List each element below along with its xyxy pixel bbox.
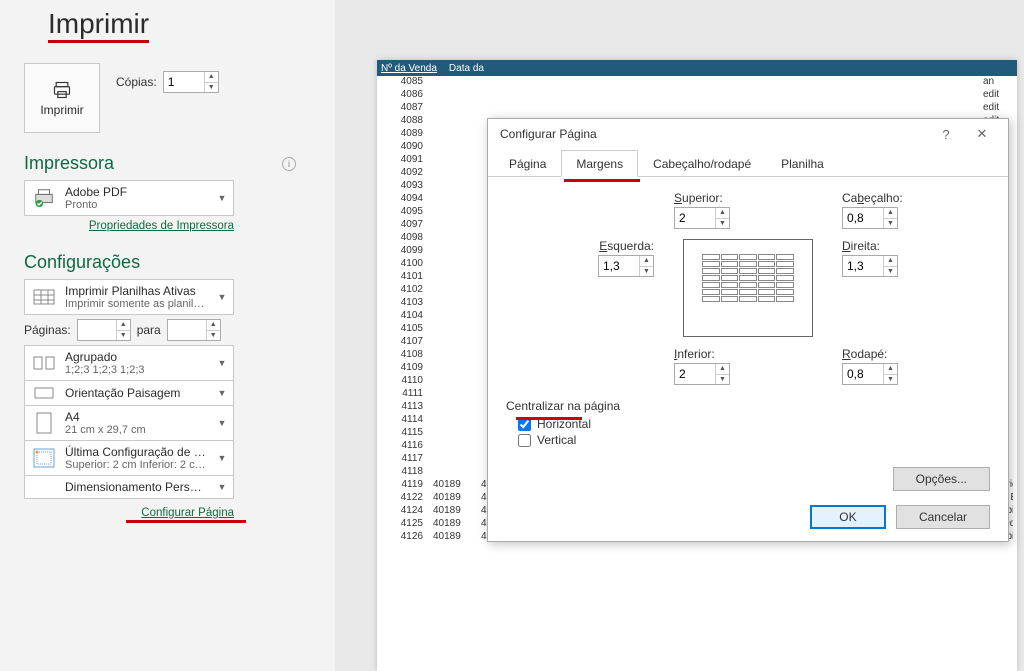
superior-stepper[interactable]: ▲▼ [674, 207, 730, 229]
field-direita: Direita: ▲▼ [842, 239, 990, 277]
setting-scaling[interactable]: Dimensionamento Personali... ▼ [24, 476, 234, 499]
setting-paper[interactable]: A4 21 cm x 29,7 cm ▼ [24, 406, 234, 441]
cabecalho-stepper[interactable]: ▲▼ [842, 207, 898, 229]
center-vertical-checkbox[interactable]: Vertical [518, 433, 990, 447]
margin-preview-graphic [683, 239, 813, 337]
table-row: 4085an [377, 76, 1017, 89]
printer-section-title: Impressora [24, 153, 114, 174]
chevron-down-icon: ▼ [215, 418, 229, 428]
printer-selector[interactable]: Adobe PDF Pronto ▼ [24, 180, 234, 216]
settings-section-title: Configurações [24, 252, 140, 273]
pages-label: Páginas: [24, 323, 71, 337]
margins-icon [31, 448, 57, 468]
chevron-down-icon: ▼ [215, 358, 229, 368]
field-superior: Superior: ▲▼ [674, 191, 822, 229]
rodape-stepper[interactable]: ▲▼ [842, 363, 898, 385]
tab-pagina[interactable]: Página [494, 150, 561, 176]
orientation-icon [31, 385, 57, 401]
copies-down-icon[interactable]: ▼ [205, 83, 218, 93]
chevron-down-icon: ▼ [215, 292, 229, 302]
printer-status: Pronto [65, 199, 207, 211]
table-header: Nº da Venda Data da [377, 60, 1017, 76]
chevron-down-icon: ▼ [215, 482, 229, 492]
setting-active-sheets[interactable]: Imprimir Planilhas Ativas Imprimir somen… [24, 279, 234, 315]
chevron-down-icon: ▼ [215, 193, 229, 203]
copies-stepper[interactable]: ▲▼ [163, 71, 219, 93]
setting-collated[interactable]: Agrupado 1;2;3 1;2;3 1;2;3 ▼ [24, 345, 234, 381]
setting-orientation[interactable]: Orientação Paisagem ▼ [24, 381, 234, 406]
configure-page-link[interactable]: Configurar Página [141, 507, 234, 519]
chevron-down-icon: ▼ [215, 388, 229, 398]
dialog-tabs: Página Margens Cabeçalho/rodapé Planilha [488, 149, 1008, 177]
dialog-close-button[interactable]: ✕ [964, 120, 1000, 148]
field-rodape: Rodapé: ▲▼ [842, 347, 990, 385]
center-on-page: Centralizar na página Horizontal Vertica… [506, 399, 990, 447]
tab-planilha[interactable]: Planilha [766, 150, 839, 176]
tab-cabecalho[interactable]: Cabeçalho/rodapé [638, 150, 766, 176]
page-setup-dialog: Configurar Página ? ✕ Página Margens Cab… [487, 118, 1009, 542]
info-icon[interactable]: i [282, 157, 296, 171]
printer-icon [52, 80, 72, 103]
options-button[interactable]: Opções... [893, 467, 990, 491]
copies-label: Cópias: [116, 75, 157, 89]
chevron-down-icon: ▼ [215, 453, 229, 463]
sheets-icon [31, 288, 57, 306]
page-icon [31, 412, 57, 434]
dialog-help-button[interactable]: ? [928, 120, 964, 148]
field-cabecalho: Cabeçalho: ▲▼ [842, 191, 990, 229]
dialog-title: Configurar Página [500, 127, 597, 141]
ok-button[interactable]: OK [810, 505, 886, 529]
field-inferior: Inferior: ▲▼ [674, 347, 822, 385]
esquerda-stepper[interactable]: ▲▼ [598, 255, 654, 277]
pages-from-stepper[interactable]: ▲▼ [77, 319, 131, 341]
print-button[interactable]: Imprimir [24, 63, 100, 133]
printer-name: Adobe PDF [65, 185, 207, 199]
pages-to-stepper[interactable]: ▲▼ [167, 319, 221, 341]
setting-margins[interactable]: Última Configuração de Mar... Superior: … [24, 441, 234, 476]
inferior-stepper[interactable]: ▲▼ [674, 363, 730, 385]
table-row: 4086edit [377, 89, 1017, 102]
tab-margens[interactable]: Margens [561, 150, 638, 177]
page-title: Imprimir [48, 8, 149, 43]
cancel-button[interactable]: Cancelar [896, 505, 990, 529]
print-button-label: Imprimir [40, 103, 83, 117]
copies-up-icon[interactable]: ▲ [205, 72, 218, 83]
printer-ready-icon [31, 187, 57, 209]
direita-stepper[interactable]: ▲▼ [842, 255, 898, 277]
printer-properties-link[interactable]: Propriedades de Impressora [24, 220, 234, 232]
annotation-underline [126, 520, 246, 523]
collate-icon [31, 355, 57, 371]
annotation-underline [516, 417, 582, 420]
center-horizontal-checkbox[interactable]: Horizontal [518, 417, 990, 431]
pages-to-label: para [137, 323, 161, 337]
field-esquerda: Esquerda: ▲▼ [506, 239, 654, 277]
copies-input[interactable] [164, 72, 204, 92]
table-row: 4087edit [377, 102, 1017, 115]
